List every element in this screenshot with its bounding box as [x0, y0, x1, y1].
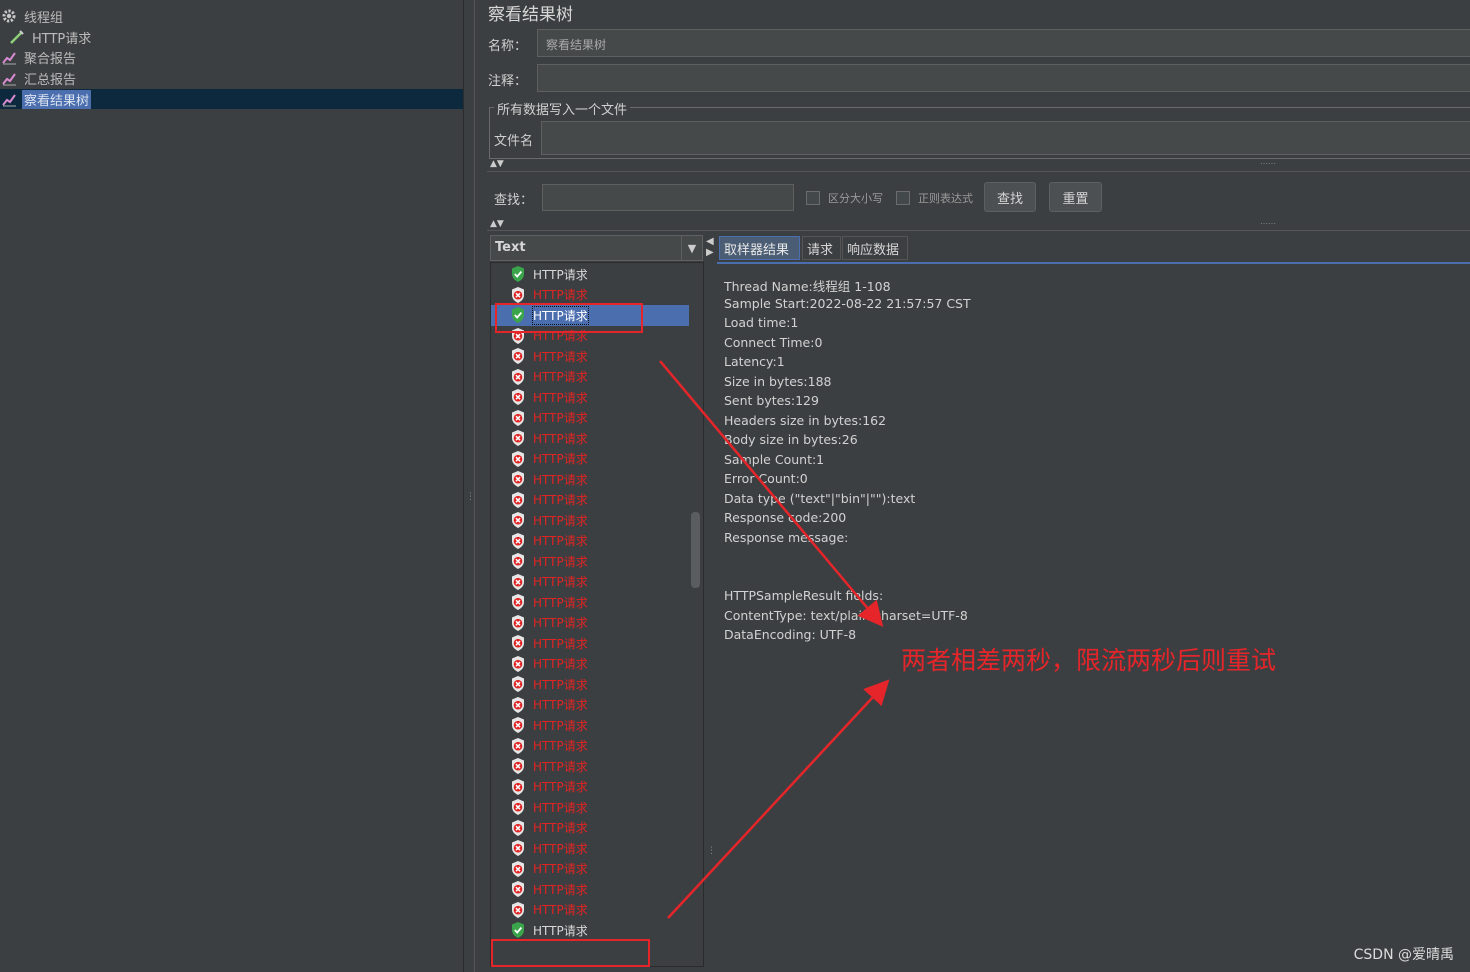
watermark: CSDN @爱晴禹 — [1353, 947, 1454, 963]
annotation-text: 两者相差两秒，限流两秒后则重试 — [901, 646, 1277, 675]
annotation-arrows — [659, 360, 890, 919]
